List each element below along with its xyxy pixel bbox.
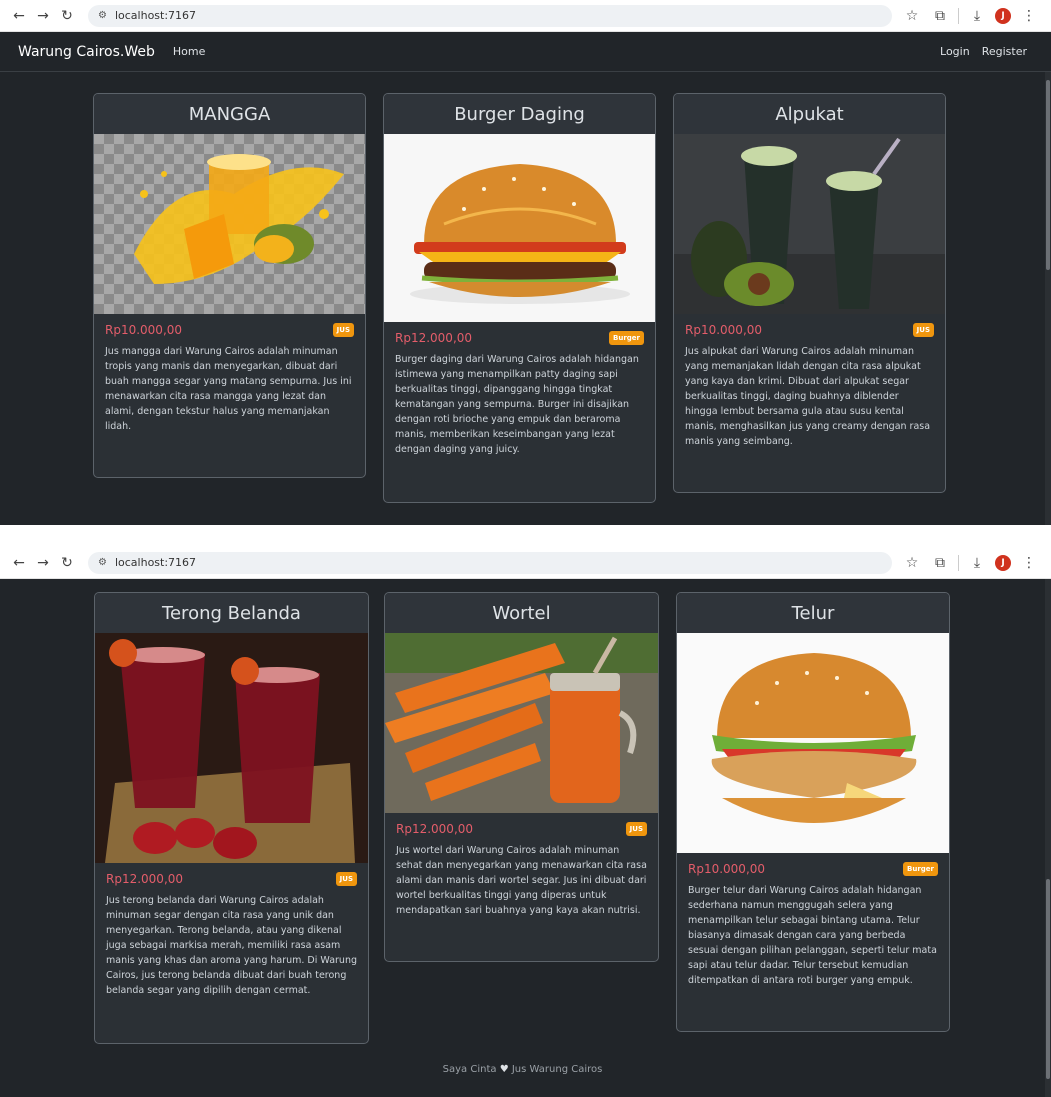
extensions-icon[interactable]: ⧉: [930, 6, 950, 26]
star-icon[interactable]: ☆: [902, 6, 922, 26]
card-title: MANGGA: [94, 94, 365, 134]
footer-text-before: Saya Cinta: [442, 1064, 497, 1075]
nav-home[interactable]: Home: [167, 45, 211, 58]
product-description: Burger telur dari Warung Cairos adalah h…: [688, 885, 937, 986]
product-price: Rp10.000,00: [685, 323, 763, 337]
product-card: Burger Daging Rp12.000,00 Burger Burger …: [383, 93, 656, 503]
product-image-egg-burger: [677, 633, 949, 853]
product-card: Wortel Rp12.000,00 JUS Jus wortel dari W…: [384, 592, 659, 962]
browser-toolbar: ← → ↻ ⚙ localhost:7167 ☆ ⧉ ⤓ J ⋮: [0, 547, 1051, 579]
product-price: Rp12.000,00: [396, 822, 474, 836]
browser-toolbar: ← → ↻ ⚙ localhost:7167 ☆ ⧉ ⤓ J ⋮: [0, 0, 1051, 32]
nav-register[interactable]: Register: [976, 45, 1033, 58]
footer-text-after: Jus Warung Cairos: [511, 1064, 603, 1075]
app-navbar: Warung Cairos.Web Home Login Register: [0, 32, 1051, 72]
category-badge: JUS: [332, 323, 354, 337]
product-image-beef-burger: [384, 134, 655, 322]
url-text: localhost:7167: [114, 556, 197, 569]
category-badge: JUS: [335, 872, 357, 886]
browser-window-2: ← → ↻ ⚙ localhost:7167 ☆ ⧉ ⤓ J ⋮ Terong …: [0, 547, 1051, 1097]
product-description: Jus terong belanda dari Warung Cairos ad…: [106, 895, 357, 996]
arrow-right-icon[interactable]: →: [32, 552, 54, 574]
product-description: Jus alpukat dari Warung Cairos adalah mi…: [685, 346, 931, 447]
category-badge: JUS: [625, 822, 647, 836]
scrollbar[interactable]: [1045, 579, 1051, 1097]
card-title: Alpukat: [674, 94, 945, 134]
address-bar[interactable]: ⚙ localhost:7167: [88, 4, 892, 27]
product-image-carrot-juice: [385, 633, 658, 813]
download-icon[interactable]: ⤓: [967, 553, 987, 573]
menu-kebab-icon[interactable]: ⋮: [1019, 6, 1039, 26]
profile-avatar[interactable]: J: [995, 554, 1011, 571]
category-badge: Burger: [609, 331, 644, 345]
scrollbar[interactable]: [1045, 72, 1051, 525]
product-grid-2: Terong Belanda Rp12.000,00 JUS Jus teron…: [0, 579, 1051, 1097]
product-price: Rp12.000,00: [395, 331, 473, 345]
menu-kebab-icon[interactable]: ⋮: [1019, 553, 1039, 573]
card-title: Telur: [677, 593, 949, 633]
product-description: Jus mangga dari Warung Cairos adalah min…: [105, 346, 352, 432]
product-image-avocado-juice: [674, 134, 945, 314]
product-card: MANGGA Rp10.000,00 JUS Jus mangga dari W…: [93, 93, 366, 478]
browser-window-1: ← → ↻ ⚙ localhost:7167 ☆ ⧉ ⤓ J ⋮ Warung …: [0, 0, 1051, 525]
category-badge: Burger: [903, 862, 938, 876]
product-image-tamarillo-juice: [95, 633, 368, 863]
arrow-left-icon[interactable]: ←: [8, 5, 30, 27]
card-title: Wortel: [385, 593, 658, 633]
site-settings-icon[interactable]: ⚙: [98, 10, 107, 21]
reload-icon[interactable]: ↻: [56, 5, 78, 27]
url-text: localhost:7167: [114, 9, 197, 22]
product-card: Alpukat Rp10.000,00 JUS Jus alpukat dari…: [673, 93, 946, 493]
arrow-right-icon[interactable]: →: [32, 5, 54, 27]
toolbar-divider: [958, 554, 959, 571]
toolbar-divider: [958, 7, 959, 24]
product-image-mango-juice: [94, 134, 365, 314]
category-badge: JUS: [912, 323, 934, 337]
product-card: Terong Belanda Rp12.000,00 JUS Jus teron…: [94, 592, 369, 1044]
product-grid-1: MANGGA Rp10.000,00 JUS Jus mangga dari W…: [0, 72, 1051, 525]
product-price: Rp10.000,00: [105, 323, 183, 337]
heart-icon: ♥: [499, 1064, 509, 1075]
extensions-icon[interactable]: ⧉: [930, 553, 950, 573]
product-price: Rp12.000,00: [106, 872, 184, 886]
reload-icon[interactable]: ↻: [56, 552, 78, 574]
profile-avatar[interactable]: J: [995, 7, 1011, 24]
product-price: Rp10.000,00: [688, 862, 766, 876]
site-settings-icon[interactable]: ⚙: [98, 557, 107, 568]
card-title: Burger Daging: [384, 94, 655, 134]
star-icon[interactable]: ☆: [902, 553, 922, 573]
product-description: Burger daging dari Warung Cairos adalah …: [395, 354, 639, 455]
arrow-left-icon[interactable]: ←: [8, 552, 30, 574]
card-title: Terong Belanda: [95, 593, 368, 633]
brand-link[interactable]: Warung Cairos.Web: [18, 44, 155, 60]
page-footer: Saya Cinta ♥ Jus Warung Cairos: [0, 1064, 1045, 1075]
address-bar[interactable]: ⚙ localhost:7167: [88, 551, 892, 574]
product-card: Telur Rp10.000,00 Burger Burger telur da…: [676, 592, 950, 1032]
download-icon[interactable]: ⤓: [967, 6, 987, 26]
nav-login[interactable]: Login: [934, 45, 976, 58]
product-description: Jus wortel dari Warung Cairos adalah min…: [396, 845, 647, 916]
